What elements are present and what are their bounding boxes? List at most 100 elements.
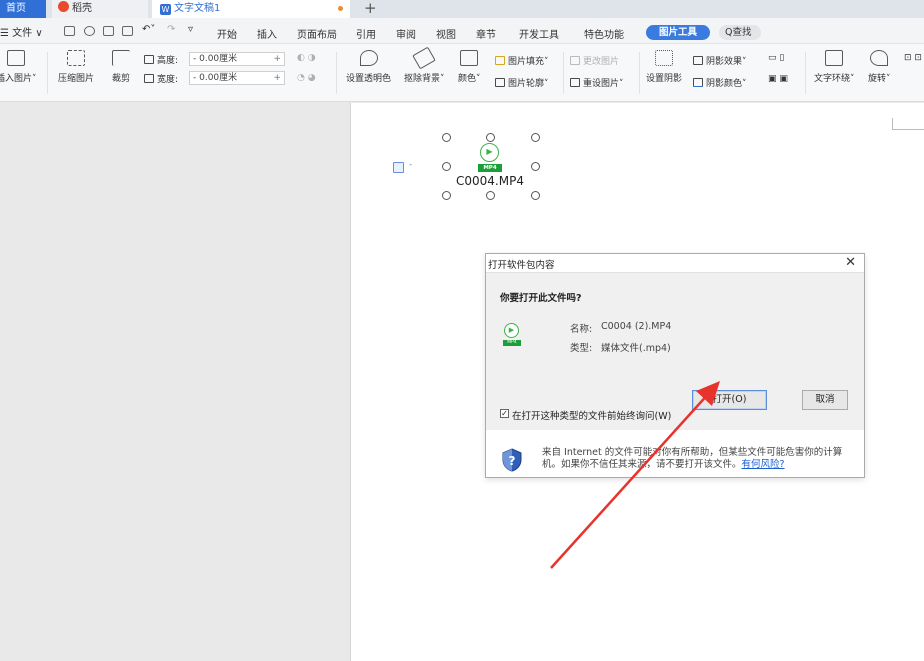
- text-wrap-label: 文字环绕: [814, 74, 851, 84]
- menu-view[interactable]: 视图: [436, 26, 456, 41]
- print-icon[interactable]: [103, 26, 114, 36]
- resize-handle[interactable]: [442, 162, 451, 171]
- more-icon[interactable]: ▿: [188, 24, 193, 35]
- svg-text:?: ?: [509, 454, 516, 468]
- more-ribbon-icon[interactable]: ⊡ ⊡: [904, 53, 922, 63]
- menu-insert[interactable]: 插入: [257, 26, 277, 41]
- file-menu[interactable]: ☰ 文件 ∨: [0, 24, 43, 39]
- reset-picture-button[interactable]: 重设图片˅: [570, 76, 624, 89]
- format-painter-icon[interactable]: [84, 26, 95, 36]
- picture-fill-button[interactable]: 图片填充˅: [495, 54, 549, 67]
- change-picture-button[interactable]: 更改图片: [570, 54, 619, 67]
- menu-special[interactable]: 特色功能: [584, 26, 624, 41]
- divider: [336, 52, 337, 94]
- dialog-question: 你要打开此文件吗?: [500, 293, 582, 304]
- tab-home[interactable]: 首页: [0, 0, 46, 18]
- flip-icon[interactable]: ◔ ◕: [297, 73, 316, 83]
- print-preview-icon[interactable]: [122, 26, 133, 36]
- writer-icon: W: [160, 4, 171, 15]
- text-wrap-icon: [825, 50, 844, 66]
- menu-dev-tools[interactable]: 开发工具: [519, 26, 559, 41]
- crop-button[interactable]: 裁剪: [112, 50, 130, 84]
- nudge-icon[interactable]: ▭ ▯: [768, 53, 784, 63]
- cancel-button[interactable]: 取消: [802, 390, 848, 410]
- risk-link[interactable]: 有何风险?: [742, 459, 785, 470]
- open-button[interactable]: 打开(O): [692, 390, 767, 410]
- remove-bg-icon: [412, 46, 437, 70]
- align-icon[interactable]: ▣ ▣: [768, 74, 788, 84]
- height-text: 高度:: [157, 56, 179, 66]
- divider: [639, 52, 640, 94]
- height-spin-icon[interactable]: +: [273, 53, 281, 65]
- height-value: 0.00厘米: [199, 54, 238, 64]
- shadow-effect-label: 阴影效果: [706, 57, 743, 67]
- play-icon[interactable]: ▶: [480, 143, 499, 162]
- warning-message: 来自 Internet 的文件可能对你有所帮助，但某些文件可能危害你的计算机。如…: [542, 447, 843, 470]
- name-value: C0004 (2).MP4: [601, 321, 672, 332]
- set-transparent-button[interactable]: 设置透明色: [346, 50, 391, 84]
- tab-document-label: 文字文稿1: [174, 3, 221, 14]
- always-ask-checkbox[interactable]: ✓: [500, 409, 509, 418]
- rotate-label: 旋转: [868, 74, 887, 84]
- embedded-file-name[interactable]: C0004.MP4: [456, 174, 524, 188]
- save-icon[interactable]: [64, 26, 75, 36]
- resize-handle[interactable]: [531, 162, 540, 171]
- menu-review[interactable]: 审阅: [396, 26, 416, 41]
- menu-start[interactable]: 开始: [217, 26, 237, 41]
- type-label: 类型:: [570, 343, 593, 354]
- new-tab-button[interactable]: +: [364, 0, 377, 16]
- resize-handle[interactable]: [442, 133, 451, 142]
- menu-references[interactable]: 引用: [356, 26, 376, 41]
- anchor-dropdown-icon[interactable]: -: [409, 160, 412, 170]
- remove-bg-label: 抠除背景: [404, 74, 441, 84]
- compress-picture-button[interactable]: 压缩图片: [58, 50, 94, 84]
- picture-fill-label: 图片填充: [508, 57, 545, 67]
- insert-picture-button[interactable]: 插入图片˅: [0, 50, 37, 84]
- resize-handle[interactable]: [442, 191, 451, 200]
- left-pane: [0, 103, 348, 661]
- menu-page-layout[interactable]: 页面布局: [297, 26, 337, 41]
- height-icon: [144, 55, 154, 64]
- picture-fill-icon: [495, 56, 505, 65]
- resize-handle[interactable]: [486, 133, 495, 142]
- tab-daoke[interactable]: 稻壳: [52, 0, 148, 18]
- text-wrap-button[interactable]: 文字环绕˅: [814, 50, 855, 84]
- menu-section[interactable]: 章节: [476, 26, 496, 41]
- dialog-title: 打开软件包内容: [488, 260, 555, 271]
- search-button[interactable]: Q查找: [719, 25, 761, 40]
- shadow-effect-button[interactable]: 阴影效果˅: [693, 54, 747, 67]
- resize-handle[interactable]: [531, 133, 540, 142]
- set-shadow-button[interactable]: 设置阴影: [646, 50, 682, 84]
- rotate-left-icon[interactable]: ◐ ◑: [297, 53, 316, 63]
- width-label: 宽度:: [144, 72, 178, 85]
- warning-text: 来自 Internet 的文件可能对你有所帮助，但某些文件可能危害你的计算机。如…: [542, 447, 852, 471]
- width-spin-icon[interactable]: +: [273, 72, 281, 84]
- compress-icon: [67, 50, 85, 66]
- height-field[interactable]: - 0.00厘米 +: [189, 52, 285, 66]
- shadow-color-button[interactable]: 阴影颜色˅: [693, 76, 747, 89]
- resize-handle[interactable]: [486, 191, 495, 200]
- undo-icon[interactable]: ↶˅: [142, 24, 155, 35]
- picture-outline-button[interactable]: 图片轮廓˅: [495, 76, 549, 89]
- shadow-color-label: 阴影颜色: [706, 79, 743, 89]
- width-value: 0.00厘米: [199, 73, 238, 83]
- anchor-icon[interactable]: [393, 162, 404, 173]
- tab-picture-tools[interactable]: 图片工具: [646, 25, 710, 40]
- insert-picture-label: 插入图片: [0, 74, 33, 84]
- menu-bar: ☰ 文件 ∨ ↶˅ ↷ ▿ 开始 插入 页面布局 引用 审阅 视图 章节 开发工…: [0, 18, 924, 44]
- shadow-color-icon: [693, 78, 703, 87]
- tab-document[interactable]: W 文字文稿1: [152, 0, 350, 18]
- security-shield-icon: ?: [502, 448, 522, 472]
- picture-outline-icon: [495, 78, 505, 87]
- tab-bar: 首页 稻壳 W 文字文稿1 +: [0, 0, 924, 18]
- width-field[interactable]: - 0.00厘米 +: [189, 71, 285, 85]
- rotate-icon: [870, 50, 889, 66]
- reset-picture-label: 重设图片: [583, 79, 620, 89]
- close-icon[interactable]: ✕: [845, 255, 856, 270]
- resize-handle[interactable]: [531, 191, 540, 200]
- remove-background-button[interactable]: 抠除背景˅: [404, 46, 445, 84]
- reset-picture-icon: [570, 78, 580, 87]
- color-button[interactable]: 颜色˅: [458, 50, 481, 84]
- rotate-button[interactable]: 旋转˅: [868, 50, 891, 84]
- redo-icon[interactable]: ↷: [167, 24, 175, 35]
